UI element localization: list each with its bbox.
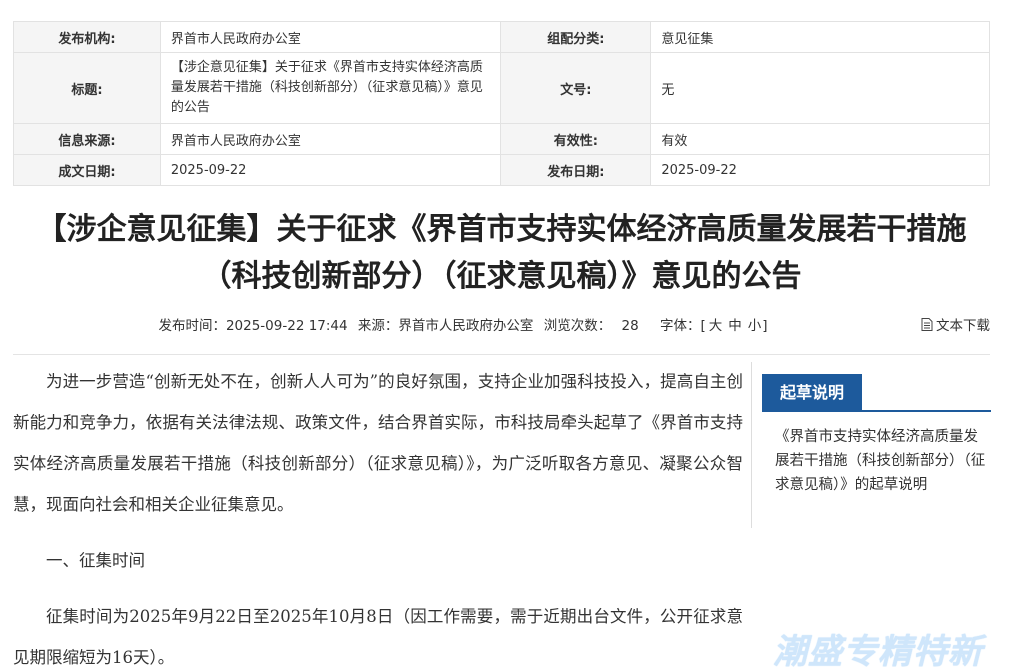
view-count-value: 28	[621, 318, 639, 334]
view-count: 浏览次数： 28	[544, 318, 639, 334]
view-count-label: 浏览次数：	[543, 318, 612, 334]
drafting-notes-link[interactable]: 《界首市支持实体经济高质量发展若干措施（科技创新部分）（征求意见稿）》的起草说明	[775, 425, 990, 497]
published-date-label: 发布日期:	[500, 154, 652, 186]
title-value: 【涉企意见征集】关于征求《界首市支持实体经济高质量发展若干措施（科技创新部分）（…	[159, 52, 502, 124]
docno-label: 文号:	[500, 52, 652, 124]
divider	[13, 354, 990, 355]
watermark-logo: 潮盛专精特新	[773, 632, 983, 667]
created-date-label: 成文日期:	[13, 154, 161, 186]
docno-value: 无	[650, 52, 990, 124]
tab-drafting-notes[interactable]: 起草说明	[762, 374, 863, 412]
publisher-value: 界首市人民政府办公室	[159, 21, 502, 53]
sidebar-divider	[751, 362, 752, 528]
section-heading-collection-time: 一、征集时间	[46, 551, 145, 570]
font-size-switcher: 字体：[大中小]	[660, 318, 768, 334]
article-info-bar: 发布时间：2025-09-22 17:44 来源：界首市人民政府办公室 浏览次数…	[13, 311, 990, 335]
article-source: 来源：界首市人民政府办公室	[357, 318, 534, 334]
paragraph-collection-time: 征集时间为2025年9月22日至2025年10月8日（因工作需要，需于近期出台文…	[13, 607, 743, 667]
download-text-button[interactable]: 文本下载	[921, 314, 990, 334]
article-meta: 发布时间：2025-09-22 17:44 来源：界首市人民政府办公室 浏览次数…	[13, 314, 913, 334]
validity-value: 有效	[650, 123, 990, 155]
source-label: 信息来源:	[13, 123, 161, 155]
published-date-value: 2025-09-22	[650, 154, 990, 186]
category-label: 组配分类:	[500, 21, 652, 53]
document-icon	[921, 317, 933, 331]
font-medium-button[interactable]: 中	[728, 318, 742, 334]
font-size-label: 字体：	[659, 318, 701, 334]
font-small-button[interactable]: 小	[748, 318, 762, 334]
created-date-value: 2025-09-22	[159, 154, 502, 186]
font-bracket-close: ]	[762, 318, 768, 334]
article-body: 为进一步营造“创新无处不在，创新人人可为”的良好氛围，支持企业加强科技投入，提高…	[13, 361, 743, 667]
validity-label: 有效性:	[500, 123, 652, 155]
sidebar-header: 起草说明	[762, 374, 991, 412]
publisher-label: 发布机构:	[13, 21, 161, 53]
page-title: 【涉企意见征集】关于征求《界首市支持实体经济高质量发展若干措施（科技创新部分）（…	[36, 212, 967, 294]
meta-info-table: 发布机构: 界首市人民政府办公室 组配分类: 意见征集 标题: 【涉企意见征集】…	[13, 21, 990, 186]
title-label: 标题:	[13, 52, 161, 124]
paragraph-intro: 为进一步营造“创新无处不在，创新人人可为”的良好氛围，支持企业加强科技投入，提高…	[13, 372, 743, 514]
font-large-button[interactable]: 大	[709, 318, 723, 334]
source-value: 界首市人民政府办公室	[159, 123, 502, 155]
download-label: 文本下载	[936, 318, 990, 334]
publish-time: 发布时间：2025-09-22 17:44	[158, 318, 348, 334]
category-value: 意见征集	[650, 21, 990, 53]
font-bracket-open: [	[700, 318, 706, 334]
